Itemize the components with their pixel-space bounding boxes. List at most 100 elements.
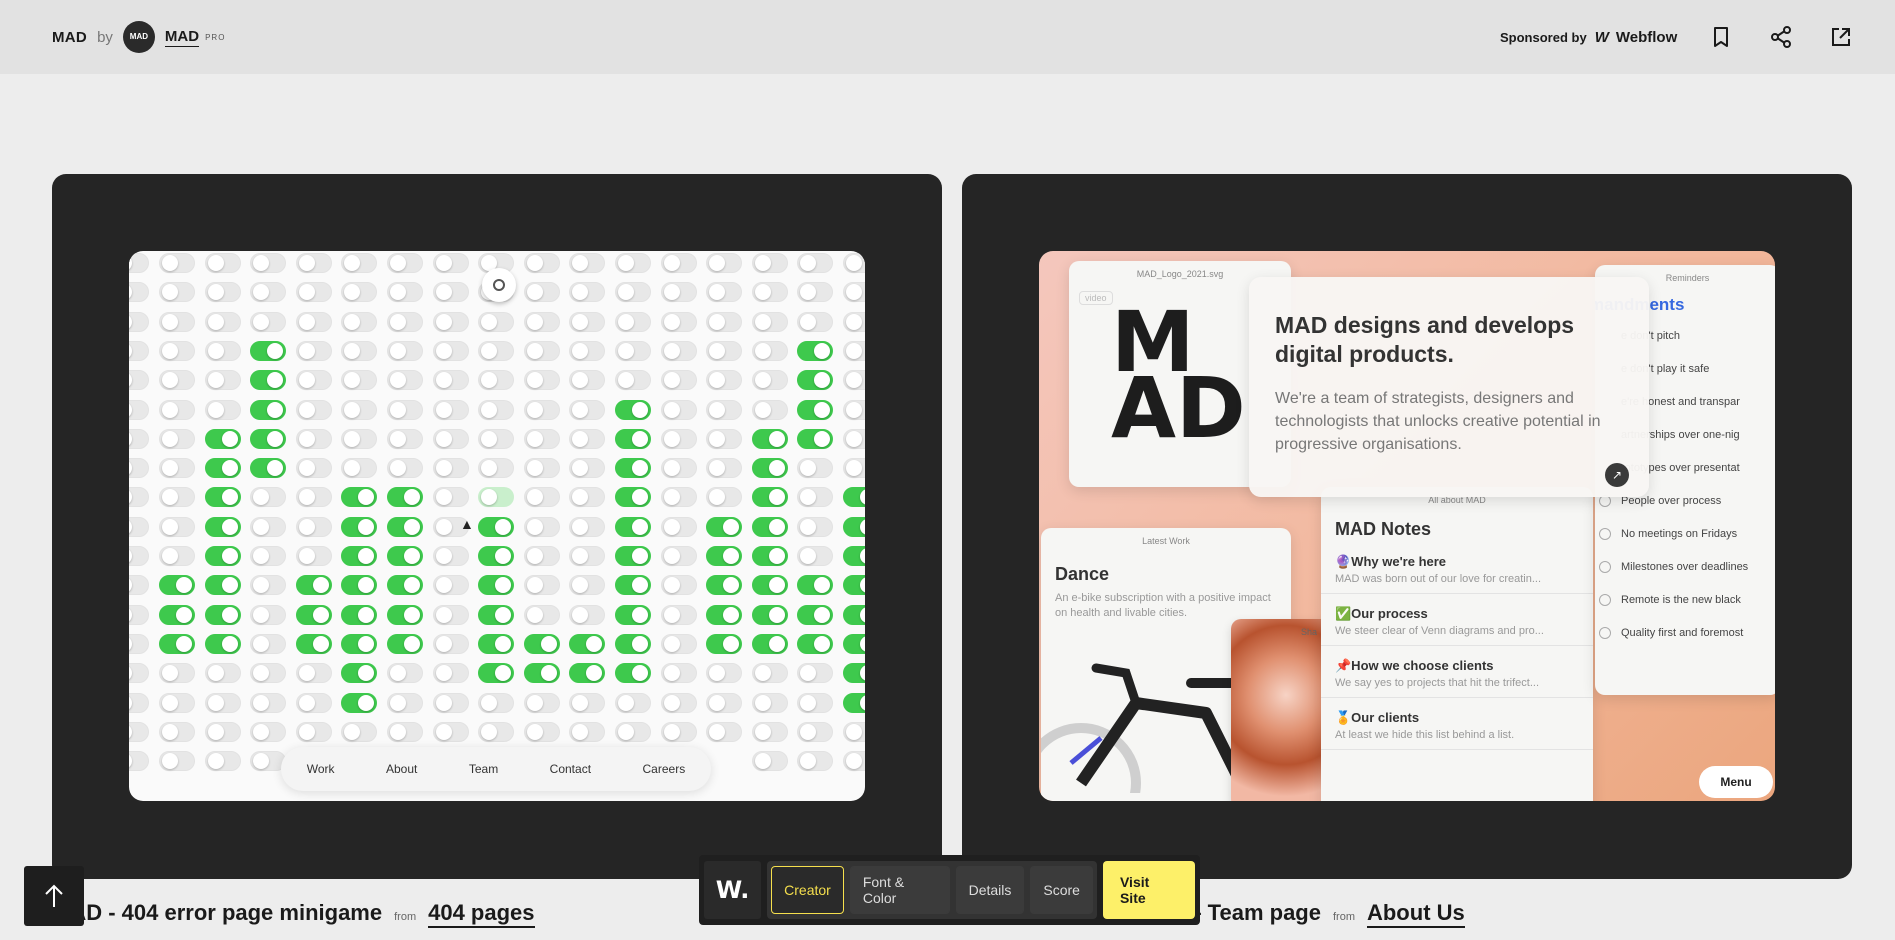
toggle-switch[interactable] [569,516,606,537]
toggle-switch[interactable] [295,721,332,742]
toggle-switch[interactable] [204,428,241,449]
toggle-switch[interactable] [523,692,560,713]
toggle-switch[interactable] [159,633,195,654]
toggle-switch[interactable] [250,399,287,420]
toggle-switch[interactable] [387,633,423,654]
toggle-switch[interactable] [797,458,834,479]
toggle-switch[interactable] [159,428,195,449]
toggle-switch[interactable] [843,399,865,420]
toggle-switch[interactable] [204,663,241,684]
toggle-switch[interactable] [432,253,469,273]
toggle-switch[interactable] [660,604,697,625]
toggle-switch[interactable] [569,721,606,742]
toggle-switch[interactable] [478,721,515,742]
toggle-switch[interactable] [387,721,423,742]
toggle-switch[interactable] [204,575,241,596]
toggle-switch[interactable] [706,575,743,596]
toggle-switch[interactable] [295,370,332,391]
toggle-switch[interactable] [341,487,378,508]
toggle-switch[interactable] [432,721,469,742]
toggle-switch[interactable] [159,370,195,391]
toggle-switch[interactable] [341,282,378,303]
toggle-switch[interactable] [751,487,788,508]
toggle-switch[interactable] [615,370,651,391]
toggle-switch[interactable] [204,340,241,361]
share-button[interactable] [1766,22,1796,52]
toggle-switch[interactable] [159,253,195,273]
toggle-switch[interactable] [250,370,287,391]
toggle-switch[interactable] [387,546,423,566]
toggle-switch[interactable] [797,546,834,566]
toggle-switch[interactable] [569,633,606,654]
toggle-switch[interactable] [751,282,788,303]
toggle-switch[interactable] [478,575,515,596]
toggle-switch[interactable] [432,399,469,420]
toggle-switch[interactable] [129,428,150,449]
toggle-switch[interactable] [751,751,788,772]
toggle-switch[interactable] [523,311,560,332]
toggle-switch[interactable] [660,311,697,332]
checkbox-icon[interactable] [1599,626,1611,639]
toggle-switch[interactable] [797,721,834,742]
toggle-switch[interactable] [250,721,287,742]
toggle-switch[interactable] [478,370,515,391]
toggle-switch[interactable] [843,370,865,391]
toggle-switch[interactable] [295,282,332,303]
bookmark-button[interactable] [1706,22,1736,52]
toggle-switch[interactable] [432,604,469,625]
toggle-switch[interactable] [706,370,743,391]
toggle-switch[interactable] [295,311,332,332]
toggle-switch[interactable] [751,692,788,713]
toggle-switch[interactable] [432,663,469,684]
note-item[interactable]: 🏅Our clients At least we hide this list … [1321,704,1593,750]
toggle-switch[interactable] [478,428,515,449]
toggle-switch[interactable] [843,282,865,303]
toggle-switch[interactable] [706,487,743,508]
toggle-switch[interactable] [295,399,332,420]
toggle-switch[interactable] [751,399,788,420]
toggle-switch[interactable] [797,633,834,654]
toggle-switch[interactable] [797,282,834,303]
toggle-switch[interactable] [341,340,378,361]
toggle-switch[interactable] [843,516,865,537]
toggle-switch[interactable] [295,458,332,479]
toggle-switch[interactable] [660,546,697,566]
minigame-nav-contact[interactable]: Contact [550,762,591,776]
toggle-switch[interactable] [660,253,697,273]
note-item[interactable]: 📌How we choose clients We say yes to pro… [1321,652,1593,698]
toggle-switch[interactable] [797,604,834,625]
toggle-switch[interactable] [843,575,865,596]
toggle-switch[interactable] [341,458,378,479]
toggle-switch[interactable] [432,282,469,303]
toggle-switch[interactable] [615,516,651,537]
toggle-switch[interactable] [129,487,150,508]
reminder-item[interactable]: No meetings on Fridays [1595,517,1775,550]
caption-title[interactable]: MAD - 404 error page minigame [52,900,382,926]
toggle-switch[interactable] [250,428,287,449]
toggle-switch[interactable] [129,751,150,772]
toggle-switch[interactable] [523,458,560,479]
toggle-switch[interactable] [129,516,150,537]
toggle-switch[interactable] [387,340,423,361]
reminder-item[interactable]: Milestones over deadlines [1595,550,1775,583]
webflow-w-logo[interactable]: W. [704,861,762,919]
scroll-to-top-button[interactable] [24,866,84,926]
toggle-switch[interactable] [159,311,195,332]
toggle-switch[interactable] [387,370,423,391]
toggle-switch[interactable] [751,370,788,391]
toggle-switch[interactable] [250,663,287,684]
toggle-switch[interactable] [250,546,287,566]
toggle-switch[interactable] [295,604,332,625]
arrow-up-right-icon[interactable]: ↗ [1605,463,1629,487]
toggle-switch[interactable] [204,751,241,772]
caption-category-link[interactable]: About Us [1366,900,1465,928]
toggle-switch[interactable] [129,692,150,713]
minigame-nav-team[interactable]: Team [469,762,498,776]
toggle-switch[interactable] [843,458,865,479]
toggle-switch[interactable] [843,487,865,508]
note-item[interactable]: ✅Our process We steer clear of Venn diag… [1321,600,1593,646]
toggle-switch[interactable] [751,546,788,566]
toggle-switch[interactable] [478,546,515,566]
toggle-switch[interactable] [159,516,195,537]
toggle-switch[interactable] [706,721,743,742]
